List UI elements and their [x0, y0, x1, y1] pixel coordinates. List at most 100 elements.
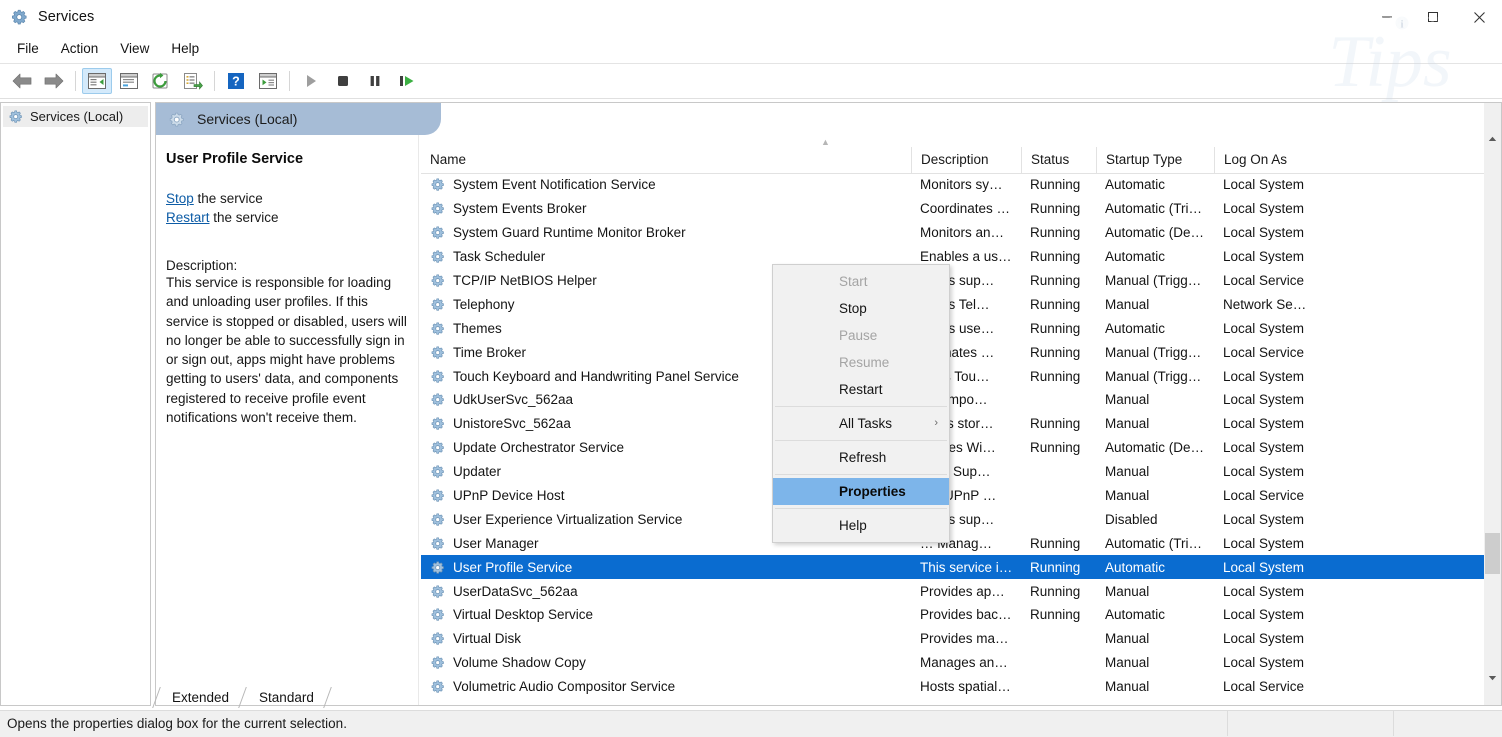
context-menu-item-label: Restart	[839, 382, 883, 397]
vertical-scrollbar[interactable]	[1484, 102, 1502, 706]
cell-name: Volume Shadow Copy	[421, 655, 911, 670]
cell-name-label: Touch Keyboard and Handwriting Panel Ser…	[453, 369, 739, 384]
restart-service-suffix: the service	[210, 210, 279, 225]
column-header-logon[interactable]: Log On As	[1214, 147, 1394, 173]
svg-text:?: ?	[232, 75, 240, 89]
table-row[interactable]: Touch Keyboard and Handwriting Panel Ser…	[421, 364, 1502, 388]
export-list-icon[interactable]	[178, 68, 208, 94]
menu-help[interactable]: Help	[160, 37, 210, 60]
refresh-icon[interactable]	[146, 68, 176, 94]
restart-service-line: Restart the service	[166, 208, 408, 227]
cell-status: Running	[1021, 369, 1096, 384]
cell-name-label: Telephony	[453, 297, 515, 312]
table-row[interactable]: System Guard Runtime Monitor BrokerMonit…	[421, 221, 1502, 245]
cell-status: Running	[1021, 177, 1096, 192]
scroll-up-icon[interactable]	[1484, 130, 1501, 148]
table-row[interactable]: Virtual Desktop ServiceProvides bac…Runn…	[421, 603, 1502, 627]
table-row[interactable]: UdkUserSvc_562aa…compo…ManualLocal Syste…	[421, 388, 1502, 412]
table-row[interactable]: User Profile ServiceThis service i…Runni…	[421, 555, 1502, 579]
restart-service-icon[interactable]	[392, 68, 422, 94]
cell-startup-type: Automatic	[1096, 249, 1214, 264]
window-title: Services	[38, 9, 94, 25]
context-menu-item-help[interactable]: Help	[773, 512, 949, 539]
stop-service-icon[interactable]	[328, 68, 358, 94]
table-row[interactable]: System Events BrokerCoordinates …Running…	[421, 197, 1502, 221]
cell-status: Running	[1021, 440, 1096, 455]
menu-action[interactable]: Action	[50, 37, 110, 60]
scrollbar-thumb[interactable]	[1485, 533, 1500, 574]
service-gear-icon	[430, 392, 445, 407]
table-row[interactable]: UnistoreSvc_562aa…lles stor…RunningManua…	[421, 412, 1502, 436]
context-menu-item-label: Resume	[839, 355, 889, 370]
tab-extended[interactable]: Extended	[156, 687, 243, 708]
column-header-description[interactable]: Description	[911, 147, 1021, 173]
cell-name: Task Scheduler	[421, 249, 911, 264]
table-row[interactable]: Time Broker…dinates …RunningManual (Trig…	[421, 340, 1502, 364]
help-icon[interactable]: ?	[221, 68, 251, 94]
back-icon[interactable]	[7, 68, 37, 94]
table-row[interactable]: UserDataSvc_562aaProvides ap…RunningManu…	[421, 579, 1502, 603]
cell-startup-type: Disabled	[1096, 512, 1214, 527]
cell-description: Provides ma…	[911, 631, 1021, 646]
pause-service-icon[interactable]	[360, 68, 390, 94]
cell-log-on-as: Local System	[1214, 321, 1364, 336]
table-row[interactable]: Task SchedulerEnables a us…RunningAutoma…	[421, 245, 1502, 269]
table-row[interactable]: Updater…ter Sup…ManualLocal System	[421, 460, 1502, 484]
table-row[interactable]: User Manager… Manag…RunningAutomatic (Tr…	[421, 531, 1502, 555]
cell-log-on-as: Local System	[1214, 440, 1364, 455]
show-action-pane-icon[interactable]	[253, 68, 283, 94]
cell-status: Running	[1021, 201, 1096, 216]
tree-item-services-local[interactable]: Services (Local)	[3, 106, 148, 127]
context-menu-item-refresh[interactable]: Refresh	[773, 444, 949, 471]
forward-icon[interactable]	[39, 68, 69, 94]
context-menu-item-label: Refresh	[839, 450, 886, 465]
tab-standard[interactable]: Standard	[243, 687, 328, 708]
stop-service-link[interactable]: Stop	[166, 191, 194, 206]
cell-startup-type: Automatic (De…	[1096, 225, 1214, 240]
cell-log-on-as: Local System	[1214, 655, 1364, 670]
cell-name-label: Task Scheduler	[453, 249, 545, 264]
table-row[interactable]: User Experience Virtualization Service…d…	[421, 507, 1502, 531]
context-menu-item-all-tasks[interactable]: All Tasks›	[773, 410, 949, 437]
cell-name-label: System Events Broker	[453, 201, 587, 216]
column-header-name[interactable]: Name	[421, 147, 911, 173]
table-row[interactable]: TCP/IP NetBIOS Helper…des sup…RunningMan…	[421, 269, 1502, 293]
maximize-button[interactable]	[1410, 0, 1456, 34]
menu-file[interactable]: File	[6, 37, 50, 60]
context-menu-item-resume: Resume	[773, 349, 949, 376]
cell-startup-type: Manual	[1096, 297, 1214, 312]
column-header-startup[interactable]: Startup Type	[1096, 147, 1214, 173]
cell-name-label: UPnP Device Host	[453, 488, 565, 503]
table-row[interactable]: Themes…des use…RunningAutomaticLocal Sys…	[421, 316, 1502, 340]
column-header-status[interactable]: Status	[1021, 147, 1096, 173]
context-menu-item-stop[interactable]: Stop	[773, 295, 949, 322]
minimize-button[interactable]	[1364, 0, 1410, 34]
cell-name: User Profile Service	[421, 560, 911, 575]
tab-standard-label: Standard	[259, 690, 314, 705]
context-menu-item-label: Help	[839, 518, 867, 533]
context-menu-item-label: All Tasks	[839, 416, 892, 431]
cell-startup-type: Automatic (De…	[1096, 440, 1214, 455]
cell-startup-type: Manual	[1096, 655, 1214, 670]
show-hide-console-tree-icon[interactable]	[82, 68, 112, 94]
cell-name-label: User Profile Service	[453, 560, 572, 575]
table-row[interactable]: Virtual DiskProvides ma…ManualLocal Syst…	[421, 627, 1502, 651]
detail-description-label: Description:	[166, 258, 408, 273]
context-menu-item-restart[interactable]: Restart	[773, 376, 949, 403]
menu-view[interactable]: View	[109, 37, 160, 60]
cell-startup-type: Automatic (Tri…	[1096, 201, 1214, 216]
table-row[interactable]: System Event Notification ServiceMonitor…	[421, 173, 1502, 197]
cell-name-label: Themes	[453, 321, 502, 336]
properties-icon[interactable]	[114, 68, 144, 94]
context-menu-item-properties[interactable]: Properties	[773, 478, 949, 505]
table-row[interactable]: Update Orchestrator Service…ages Wi…Runn…	[421, 436, 1502, 460]
restart-service-link[interactable]: Restart	[166, 210, 210, 225]
table-row[interactable]: UPnP Device Host…s UPnP …ManualLocal Ser…	[421, 484, 1502, 508]
cell-status: Running	[1021, 273, 1096, 288]
context-menu: StartStopPauseResumeRestartAll Tasks›Ref…	[772, 264, 950, 543]
table-row[interactable]: Volume Shadow CopyManages an…ManualLocal…	[421, 651, 1502, 675]
table-row[interactable]: Telephony…des Tel…RunningManualNetwork S…	[421, 292, 1502, 316]
start-service-icon[interactable]	[296, 68, 326, 94]
scroll-down-icon[interactable]	[1484, 669, 1501, 687]
close-button[interactable]	[1456, 0, 1502, 34]
